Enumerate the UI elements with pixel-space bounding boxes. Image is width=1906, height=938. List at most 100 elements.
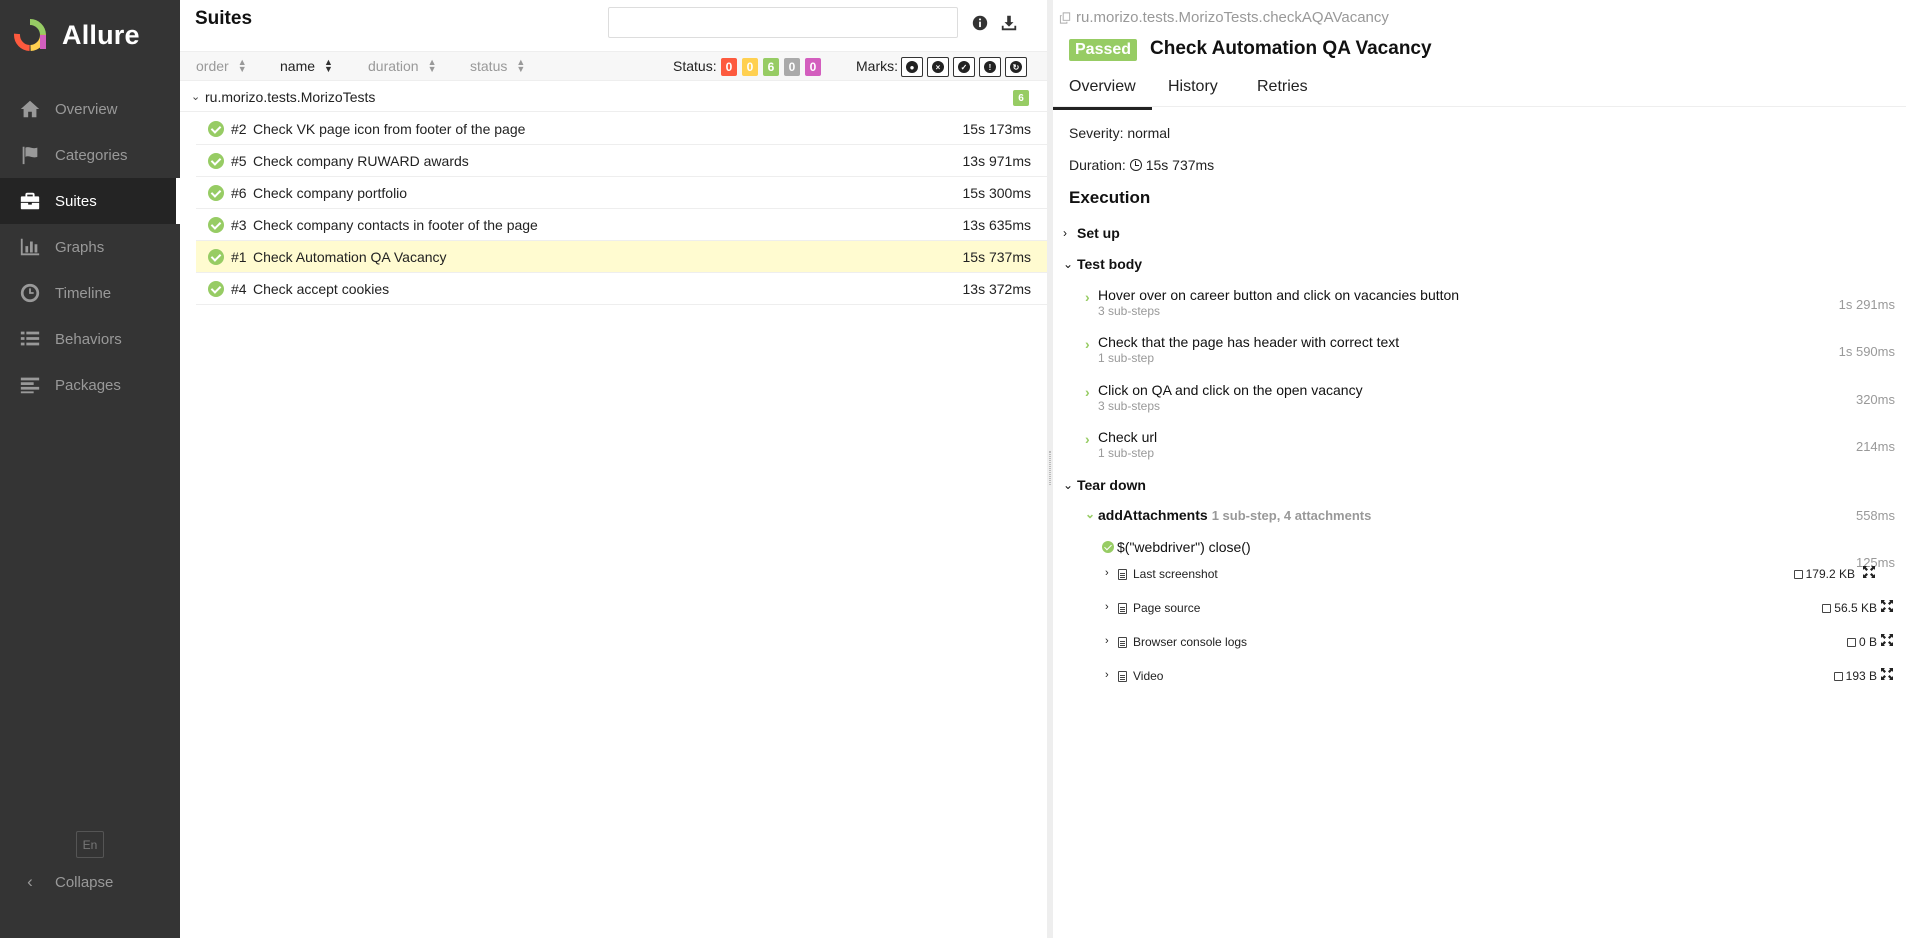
tab-overview[interactable]: Overview	[1053, 78, 1152, 110]
mark-new-passed-toggle[interactable]: ✓	[953, 57, 975, 77]
sidebar-item-behaviors[interactable]: Behaviors	[0, 316, 180, 362]
mark-retries-toggle[interactable]: ↻	[1005, 57, 1027, 77]
test-number: #2	[231, 121, 247, 137]
chevron-down-icon: ⌄	[191, 91, 201, 103]
setup-section[interactable]: › Set up	[1063, 225, 1120, 241]
expand-icon[interactable]	[1881, 668, 1895, 682]
attachment-name: Page source	[1133, 601, 1201, 615]
attachment-name: Last screenshot	[1133, 567, 1218, 581]
test-row-selected[interactable]: #1 Check Automation QA Vacancy 15s 737ms	[196, 241, 1047, 273]
sidebar-item-categories[interactable]: Categories	[0, 132, 180, 178]
test-row[interactable]: #6 Check company portfolio 15s 300ms	[196, 177, 1047, 209]
sidebar-nav: Overview Categories Suites Graphs Timeli…	[0, 86, 180, 408]
teardown-step-row[interactable]: ⌄ addAttachments 1 sub-step, 4 attachment…	[1085, 507, 1895, 527]
refresh-icon: ↻	[1010, 61, 1022, 73]
execution-title: Execution	[1069, 188, 1151, 207]
test-number: #6	[231, 185, 247, 201]
test-duration: 13s 635ms	[962, 217, 1031, 233]
step-row[interactable]: › Check url 1 sub-step 214ms	[1085, 429, 1895, 469]
test-body-section[interactable]: ⌄ Test body	[1063, 256, 1142, 272]
step-duration: 1s 590ms	[1838, 344, 1895, 359]
test-duration: 13s 372ms	[962, 281, 1031, 297]
teardown-section[interactable]: ⌄ Tear down	[1063, 477, 1146, 493]
step-row[interactable]: › Hover over on career button and click …	[1085, 287, 1895, 327]
test-name: Check accept cookies	[253, 281, 390, 297]
suite-group-row[interactable]: ⌄ ru.morizo.tests.MorizoTests 6	[180, 84, 1047, 112]
status-skipped-badge[interactable]: 0	[784, 58, 800, 76]
sort-label: status	[470, 58, 508, 74]
sort-duration[interactable]: duration ▲ ▼	[368, 58, 437, 75]
sort-arrows-icon: ▲ ▼	[237, 57, 247, 74]
substep-name: $("webdriver") close()	[1117, 539, 1251, 555]
test-detail-pane: ru.morizo.tests.MorizoTests.checkAQAVaca…	[1053, 0, 1906, 938]
passed-icon	[208, 185, 224, 201]
section-label: Test body	[1077, 256, 1143, 272]
marks-label: Marks:	[856, 58, 898, 74]
attachment-row[interactable]: › Video 193 B	[1105, 668, 1895, 686]
status-passed-badge[interactable]: 6	[763, 58, 779, 76]
attachment-size: 56.5 KB	[1822, 601, 1877, 615]
test-path-text: ru.morizo.tests.MorizoTests.checkAQAVaca…	[1076, 9, 1389, 26]
expand-icon[interactable]	[1881, 634, 1895, 648]
suites-pane: Suites order ▲ ▼ name ▲ ▼ duration ▲ ▼ stat…	[180, 0, 1047, 938]
step-row[interactable]: › Check that the page has header with co…	[1085, 334, 1895, 374]
image-file-icon	[1118, 569, 1127, 580]
chevron-right-icon: ›	[1105, 567, 1109, 579]
expand-icon[interactable]	[1863, 566, 1877, 580]
mark-new-broken-toggle[interactable]: !	[979, 57, 1001, 77]
sort-order[interactable]: order ▲ ▼	[196, 57, 247, 75]
sort-name[interactable]: name ▲ ▼	[280, 58, 333, 75]
sidebar-item-timeline[interactable]: Timeline	[0, 270, 180, 316]
info-icon[interactable]	[969, 12, 991, 34]
sidebar-item-suites[interactable]: Suites	[0, 178, 180, 224]
mark-new-failed-toggle[interactable]: ×	[927, 57, 949, 77]
sidebar-item-packages[interactable]: Packages	[0, 362, 180, 408]
mark-flaky-toggle[interactable]: ●	[901, 57, 923, 77]
status-broken-badge[interactable]: 0	[742, 58, 758, 76]
step-substeps: 3 sub-steps	[1098, 399, 1161, 413]
status-unknown-badge[interactable]: 0	[805, 58, 821, 76]
clock-icon	[1129, 159, 1142, 171]
briefcase-icon	[19, 190, 41, 212]
test-row[interactable]: #3 Check company contacts in footer of t…	[196, 209, 1047, 241]
test-name: Check VK page icon from footer of the pa…	[253, 121, 526, 137]
step-row[interactable]: › Click on QA and click on the open vaca…	[1085, 382, 1895, 422]
language-button[interactable]: En	[76, 831, 104, 858]
download-icon[interactable]	[998, 12, 1020, 34]
sort-status[interactable]: status ▲ ▼	[470, 58, 525, 75]
step-name: Check url	[1098, 429, 1158, 445]
search-input[interactable]	[608, 7, 958, 38]
check-circle-icon: ✓	[958, 61, 970, 73]
attachment-row[interactable]: › Browser console logs 0 B	[1105, 634, 1895, 652]
test-duration: 15s 173ms	[962, 121, 1031, 137]
step-substeps: 1 sub-step	[1098, 351, 1155, 365]
expand-icon[interactable]	[1881, 600, 1895, 614]
page-title: Suites	[195, 8, 253, 29]
test-number: #3	[231, 217, 247, 233]
test-full-path[interactable]: ru.morizo.tests.MorizoTests.checkAQAVaca…	[1059, 9, 1389, 26]
attachment-row[interactable]: › Page source 56.5 KB	[1105, 600, 1895, 618]
teardown-substep-row[interactable]: $("webdriver") close() 125ms	[1102, 539, 1895, 570]
collapse-button[interactable]: ‹ Collapse	[19, 868, 113, 896]
step-name: Hover over on career button and click on…	[1098, 287, 1460, 303]
tab-retries[interactable]: Retries	[1257, 78, 1308, 96]
test-row[interactable]: #2 Check VK page icon from footer of the…	[196, 113, 1047, 145]
sidebar-item-label: Packages	[55, 376, 121, 394]
sidebar: Allure Overview Categories Suites Graphs…	[0, 0, 180, 938]
exclamation-circle-icon: !	[984, 61, 996, 73]
test-name: Check Automation QA Vacancy	[253, 249, 447, 265]
attachment-row[interactable]: › Last screenshot 179.2 KB	[1105, 566, 1895, 584]
tab-history[interactable]: History	[1168, 78, 1218, 96]
test-row[interactable]: #4 Check accept cookies 13s 372ms	[196, 273, 1047, 305]
allure-logo-icon	[14, 19, 46, 51]
save-icon	[1793, 569, 1803, 579]
sidebar-item-overview[interactable]: Overview	[0, 86, 180, 132]
sidebar-item-graphs[interactable]: Graphs	[0, 224, 180, 270]
test-name: Check company RUWARD awards	[253, 153, 469, 169]
test-row[interactable]: #5 Check company RUWARD awards 13s 971ms	[196, 145, 1047, 177]
save-icon	[1846, 637, 1856, 647]
sort-label: order	[196, 58, 229, 74]
brand-name: Allure	[62, 19, 140, 50]
brand[interactable]: Allure	[0, 0, 180, 70]
status-failed-badge[interactable]: 0	[721, 58, 737, 76]
